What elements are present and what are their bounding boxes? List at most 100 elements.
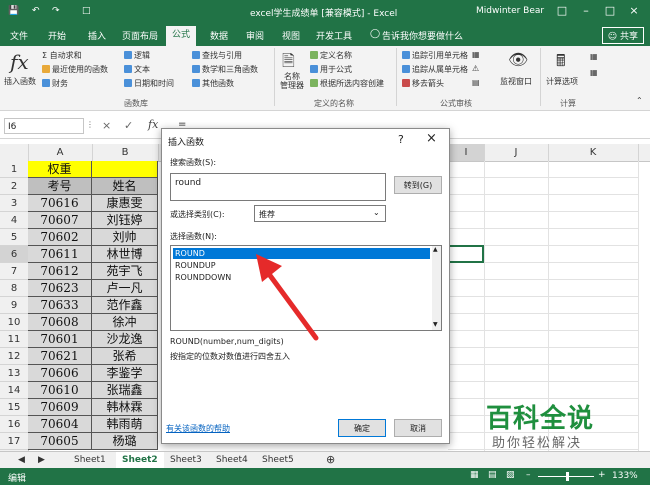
row-header[interactable]: 13 [0,365,28,382]
sheet-tab-5[interactable]: Sheet5 [256,452,300,468]
calc-options-button[interactable]: 计算选项 [546,76,578,87]
row-header[interactable]: 8 [0,280,28,297]
cell-b1[interactable] [92,161,158,178]
tab-formulas[interactable]: 公式 [166,26,197,46]
fx-icon[interactable]: fx [148,118,158,131]
column-header-a[interactable]: A [28,144,93,161]
close-icon[interactable]: × [626,4,642,18]
cell-exam-id[interactable]: 70621 [28,348,92,365]
cell-student-name[interactable]: 张希 [92,348,158,365]
new-file-icon[interactable]: □ [82,6,91,16]
cell-exam-id[interactable]: 70611 [28,246,92,263]
cell-header-exam-id[interactable]: 考号 [28,178,92,195]
ok-button[interactable]: 确定 [338,419,386,437]
collapse-ribbon-icon[interactable]: ⌃ [636,96,643,105]
cell-header-name[interactable]: 姓名 [92,178,158,195]
cell-exam-id[interactable]: 70623 [28,280,92,297]
tab-file[interactable]: 文件 [10,29,28,42]
tab-home[interactable]: 开始 [48,29,66,42]
row-header[interactable]: 16 [0,416,28,433]
help-link[interactable]: 有关该函数的帮助 [166,423,230,434]
insert-function-button[interactable]: 插入函数 [4,76,36,87]
use-in-formula-button[interactable]: 用于公式 [310,64,352,75]
cell-student-name[interactable]: 杨璐 [92,433,158,450]
cell-exam-id[interactable]: 70609 [28,399,92,416]
cell-exam-id[interactable]: 70612 [28,263,92,280]
add-sheet-icon[interactable]: ⊕ [320,452,341,468]
tab-insert[interactable]: 插入 [88,29,106,42]
user-name[interactable]: Midwinter Bear [476,6,544,16]
cell-exam-id[interactable]: 70607 [28,212,92,229]
cell-student-name[interactable]: 范作鑫 [92,297,158,314]
zoom-out-icon[interactable]: – [526,470,531,480]
datetime-button[interactable]: 日期和时间 [124,78,174,89]
save-icon[interactable]: 💾 [8,6,19,16]
function-list-item[interactable]: ROUND [175,249,205,258]
trace-dependents-button[interactable]: 追踪从属单元格 [402,64,468,75]
evaluate-formula-icon[interactable]: ▤ [472,78,480,87]
function-list-item[interactable]: ROUNDUP [175,261,216,270]
row-header[interactable]: 11 [0,331,28,348]
maximize-icon[interactable]: □ [602,4,618,18]
zoom-level[interactable]: 133% [612,471,638,481]
scroll-down-icon[interactable]: ▼ [433,321,438,328]
cell-student-name[interactable]: 刘帅 [92,229,158,246]
row-header[interactable]: 9 [0,297,28,314]
calc-now-icon[interactable]: ▦ [590,52,598,61]
cell-exam-id[interactable]: 70604 [28,416,92,433]
column-header-k[interactable]: K [548,144,639,161]
error-check-icon[interactable]: ⚠ [472,64,479,73]
tab-view[interactable]: 视图 [282,29,300,42]
cell-student-name[interactable]: 卢一凡 [92,280,158,297]
close-icon[interactable]: × [426,131,437,146]
cell-student-name[interactable]: 沙龙逸 [92,331,158,348]
check-icon[interactable]: ✓ [124,119,133,132]
cell-student-name[interactable]: 刘钰婷 [92,212,158,229]
tab-developer[interactable]: 开发工具 [316,29,352,42]
help-icon[interactable]: ? [398,133,404,146]
row-header[interactable]: 3 [0,195,28,212]
cell-student-name[interactable]: 李鉴学 [92,365,158,382]
function-list-item[interactable]: ROUNDDOWN [175,273,231,282]
lookup-button[interactable]: 查找与引用 [192,50,242,61]
calc-sheet-icon[interactable]: ▦ [590,68,598,77]
redo-icon[interactable]: ↷ [52,6,60,16]
zoom-slider-handle[interactable] [566,472,569,481]
row-header[interactable]: 12 [0,348,28,365]
zoom-in-icon[interactable]: + [598,470,606,480]
row-header[interactable]: 2 [0,178,28,195]
row-header[interactable]: 17 [0,433,28,450]
next-sheet-icon[interactable]: ▶ [32,452,51,468]
cell-student-name[interactable]: 韩雨萌 [92,416,158,433]
logical-button[interactable]: 逻辑 [124,50,150,61]
tab-review[interactable]: 审阅 [246,29,264,42]
name-manager-button[interactable]: 名称 管理器 [280,72,304,90]
cell-student-name[interactable]: 康惠雯 [92,195,158,212]
tab-data[interactable]: 数据 [210,29,228,42]
cell-student-name[interactable]: 林世博 [92,246,158,263]
remove-arrows-button[interactable]: 移去箭头 [402,78,444,89]
recent-functions-button[interactable]: 最近使用的函数 [42,64,108,75]
cell-a1[interactable]: 权重 [28,161,92,178]
selected-cell-i6[interactable] [448,245,484,263]
page-break-view-icon[interactable]: ▧ [506,470,515,480]
scrollbar[interactable]: ▲ ▼ [432,246,441,330]
watch-window-button[interactable]: 监视窗口 [500,76,532,87]
normal-view-icon[interactable]: ▦ [470,470,479,480]
ribbon-display-icon[interactable]: □ [554,4,570,18]
watch-window-icon[interactable]: 👁 [508,50,528,69]
cell-exam-id[interactable]: 70608 [28,314,92,331]
scroll-up-icon[interactable]: ▲ [433,246,438,253]
row-header[interactable]: 5 [0,229,28,246]
more-functions-button[interactable]: 其他函数 [192,78,234,89]
cancel-icon[interactable]: × [102,119,111,132]
cell-student-name[interactable]: 韩林霖 [92,399,158,416]
search-input[interactable]: round [170,173,386,201]
text-button[interactable]: 文本 [124,64,150,75]
share-button[interactable]: ☺ 共享 [601,27,644,44]
row-header[interactable]: 15 [0,399,28,416]
math-button[interactable]: 数学和三角函数 [192,64,258,75]
cell-student-name[interactable]: 张瑞鑫 [92,382,158,399]
fx-icon[interactable]: fx [10,50,29,74]
goto-button[interactable]: 转到(G) [394,176,442,194]
